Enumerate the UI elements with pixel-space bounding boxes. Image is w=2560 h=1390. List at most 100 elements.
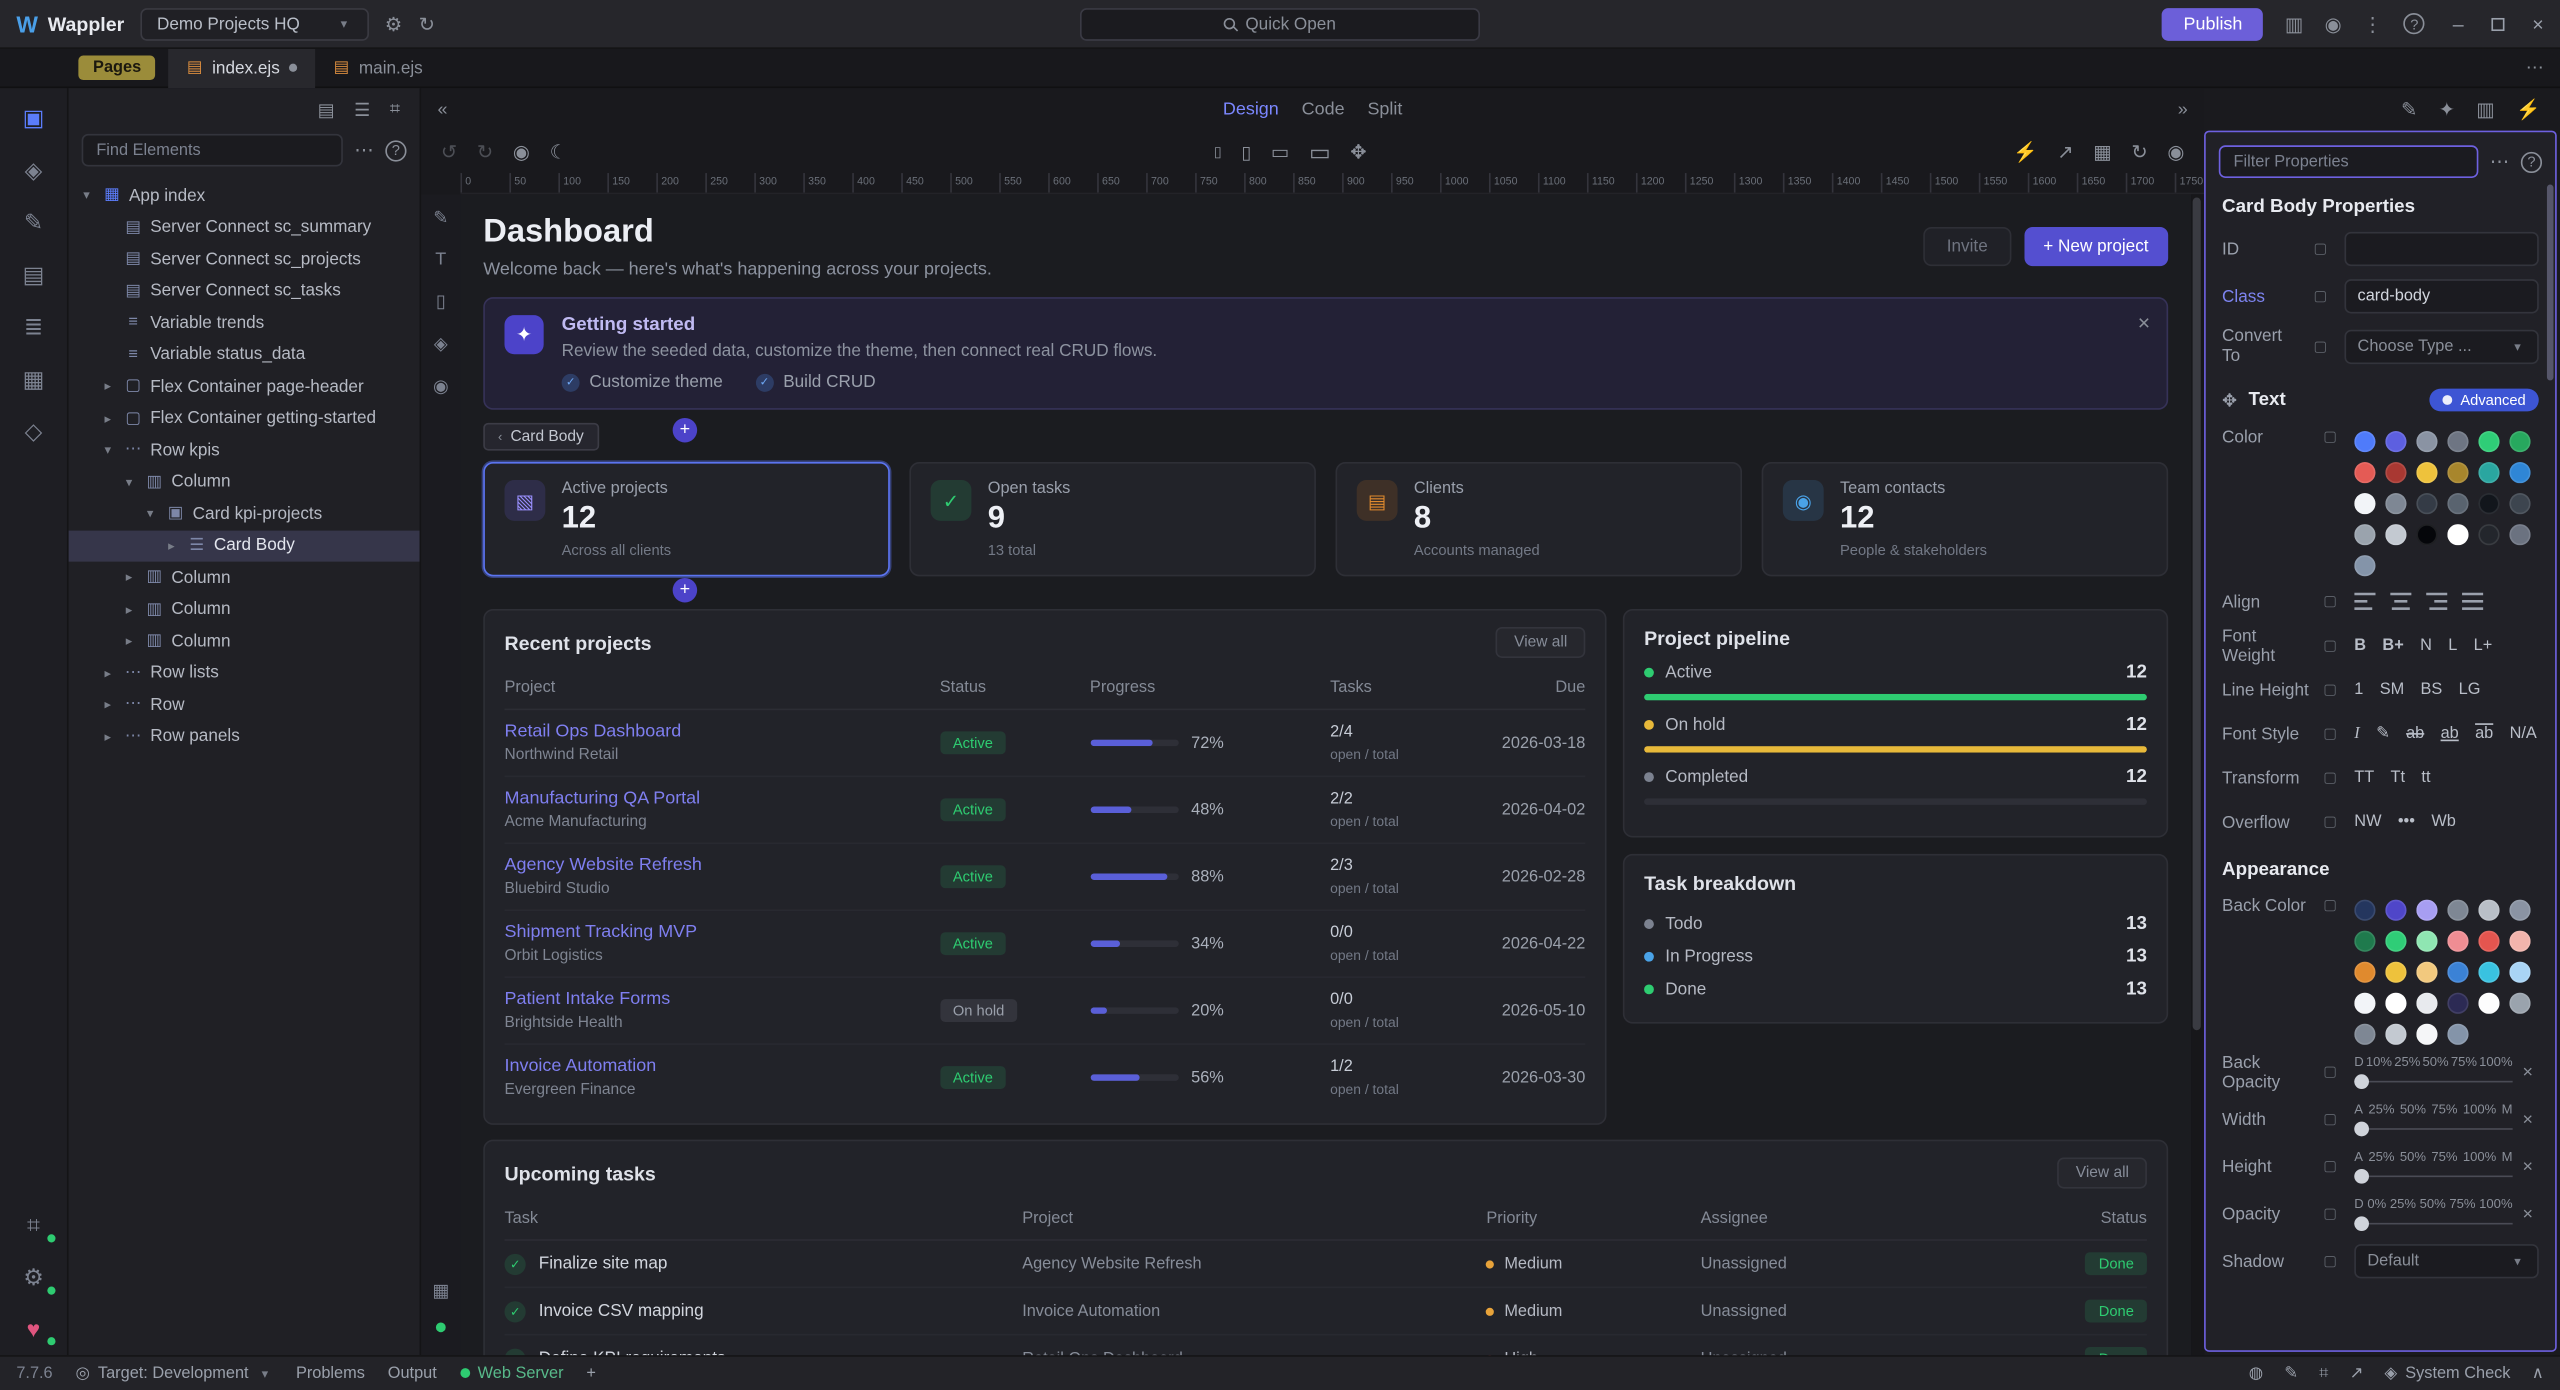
class-input[interactable] xyxy=(2344,279,2538,313)
chevron-up-icon[interactable]: ∧ xyxy=(2532,1364,2544,1382)
kpi-card[interactable]: Team contacts 12 People & stakeholders xyxy=(1762,462,2169,576)
add-element-button[interactable]: + xyxy=(673,418,697,442)
workflows-icon[interactable]: ◈ xyxy=(14,157,53,185)
dark-mode-icon[interactable]: ☾ xyxy=(550,140,568,163)
tree-item[interactable]: Column xyxy=(69,593,420,625)
color-swatch[interactable] xyxy=(2354,993,2375,1014)
pages-view-icon[interactable]: ▤ xyxy=(318,99,335,120)
color-swatch[interactable] xyxy=(2416,962,2437,983)
font-weight-option[interactable]: L xyxy=(2448,637,2457,655)
color-swatch[interactable] xyxy=(2478,431,2499,452)
tree-caret-icon[interactable] xyxy=(78,188,94,203)
project-link[interactable]: Manufacturing QA Portal xyxy=(504,789,939,809)
color-swatch[interactable] xyxy=(2385,431,2406,452)
color-swatch[interactable] xyxy=(2354,462,2375,483)
slider-option[interactable]: 100% xyxy=(2479,1055,2512,1070)
window-minimize-button[interactable]: – xyxy=(2453,12,2464,35)
tree-caret-icon[interactable] xyxy=(163,538,179,553)
opacity-slider[interactable] xyxy=(2354,1215,2512,1231)
quick-open-search[interactable]: Quick Open xyxy=(1080,7,1480,40)
add-panel-button[interactable]: + xyxy=(586,1364,596,1382)
color-swatch[interactable] xyxy=(2416,1024,2437,1045)
target-selector[interactable]: ◎ Target: Development xyxy=(76,1364,274,1382)
collapse-right-icon[interactable]: » xyxy=(2178,100,2188,120)
tree-caret-icon[interactable] xyxy=(100,411,116,426)
color-swatch[interactable] xyxy=(2447,1024,2468,1045)
font-style-option[interactable]: ab xyxy=(2475,725,2493,743)
properties-scrollbar[interactable] xyxy=(2547,184,2554,380)
color-swatch[interactable] xyxy=(2478,524,2499,545)
tree-item[interactable]: Row xyxy=(69,689,420,721)
tree-item[interactable]: Column xyxy=(69,625,420,657)
device-toggle-icon[interactable]: ▢ xyxy=(2323,637,2344,655)
add-element-button[interactable]: + xyxy=(673,578,697,602)
line-height-option[interactable]: BS xyxy=(2421,681,2443,699)
undo-icon[interactable]: ↺ xyxy=(441,140,457,163)
color-swatch[interactable] xyxy=(2509,493,2530,514)
tree-caret-icon[interactable] xyxy=(121,570,137,585)
output-toggle[interactable]: Output xyxy=(388,1364,437,1382)
device-fluid-icon[interactable]: ✥ xyxy=(1350,140,1366,163)
slider-option[interactable]: D xyxy=(2354,1197,2363,1212)
slider-option[interactable]: A xyxy=(2354,1149,2363,1164)
tree-caret-icon[interactable] xyxy=(121,634,137,649)
device-toggle-icon[interactable]: ▢ xyxy=(2323,1158,2344,1176)
help-icon[interactable]: ? xyxy=(2404,13,2425,34)
overflow-option[interactable]: NW xyxy=(2354,813,2381,831)
convert-to-select[interactable]: Choose Type ... xyxy=(2344,329,2538,363)
layout-columns-icon[interactable]: ▥ xyxy=(2285,12,2304,35)
transform-option[interactable]: tt xyxy=(2421,769,2430,787)
gear-icon[interactable]: ⚙ xyxy=(385,12,403,35)
font-style-option[interactable]: ✎ xyxy=(2376,725,2390,743)
project-link[interactable]: Invoice Automation xyxy=(504,1056,939,1076)
problems-toggle[interactable]: Problems xyxy=(296,1364,365,1382)
link-icon[interactable]: ↗ xyxy=(2350,1364,2364,1382)
tree-item[interactable]: Flex Container getting-started xyxy=(69,402,420,434)
tree-item[interactable]: Card Body xyxy=(69,530,420,562)
color-swatch[interactable] xyxy=(2416,493,2437,514)
globe-icon[interactable]: ◍ xyxy=(2249,1364,2263,1382)
mobile-preview-icon[interactable]: ▯ xyxy=(436,291,446,312)
device-desktop-icon[interactable]: ▭ xyxy=(1309,138,1331,166)
tree-item[interactable]: Row panels xyxy=(69,721,420,753)
font-style-option[interactable]: I xyxy=(2354,725,2359,743)
slider-option[interactable]: 25% xyxy=(2368,1149,2394,1164)
slider-option[interactable]: M xyxy=(2502,1102,2513,1117)
device-toggle-icon[interactable]: ▢ xyxy=(2313,337,2334,355)
color-swatch[interactable] xyxy=(2447,524,2468,545)
slider-option[interactable]: 75% xyxy=(2431,1149,2457,1164)
height-slider[interactable] xyxy=(2354,1167,2512,1183)
slider-option[interactable]: 50% xyxy=(2400,1149,2426,1164)
tab-main-ejs[interactable]: ▤ main.ejs xyxy=(316,48,441,87)
font-style-option[interactable]: ab xyxy=(2441,725,2459,743)
task-check-icon[interactable]: ✓ xyxy=(504,1253,525,1274)
layers-icon[interactable]: ▦ xyxy=(14,366,53,394)
kebab-menu-icon[interactable]: ⋯ xyxy=(354,139,374,162)
task-check-icon[interactable]: ✓ xyxy=(504,1300,525,1321)
assets-icon[interactable]: ◈ xyxy=(434,333,448,354)
tree-item[interactable]: Row lists xyxy=(69,657,420,689)
align-left-icon[interactable] xyxy=(2354,593,2375,611)
slider-option[interactable]: 10% xyxy=(2366,1055,2392,1070)
device-toggle-icon[interactable]: ▢ xyxy=(2313,240,2334,258)
overflow-option[interactable]: ••• xyxy=(2398,813,2415,831)
font-weight-option[interactable]: N xyxy=(2420,637,2432,655)
color-swatch[interactable] xyxy=(2385,900,2406,921)
font-style-option[interactable]: N/A xyxy=(2510,725,2537,743)
refresh-icon[interactable]: ↻ xyxy=(2131,140,2147,163)
tree-item[interactable]: Server Connect sc_summary xyxy=(69,211,420,243)
color-swatch[interactable] xyxy=(2385,993,2406,1014)
color-swatch[interactable] xyxy=(2416,993,2437,1014)
tree-caret-icon[interactable] xyxy=(100,379,116,394)
tab-index-ejs[interactable]: ▤ index.ejs xyxy=(169,48,316,87)
shadow-select[interactable]: Default xyxy=(2354,1244,2538,1278)
tree-item[interactable]: Server Connect sc_tasks xyxy=(69,275,420,307)
tree-item[interactable]: Column xyxy=(69,562,420,594)
color-swatch[interactable] xyxy=(2416,462,2437,483)
color-swatch[interactable] xyxy=(2416,524,2437,545)
slider-option[interactable]: 50% xyxy=(2423,1055,2449,1070)
back-opacity-slider[interactable] xyxy=(2354,1073,2512,1089)
tree-item[interactable]: Variable status_data xyxy=(69,339,420,371)
slider-thumb[interactable] xyxy=(2354,1074,2369,1089)
slider-option[interactable]: 50% xyxy=(2400,1102,2426,1117)
